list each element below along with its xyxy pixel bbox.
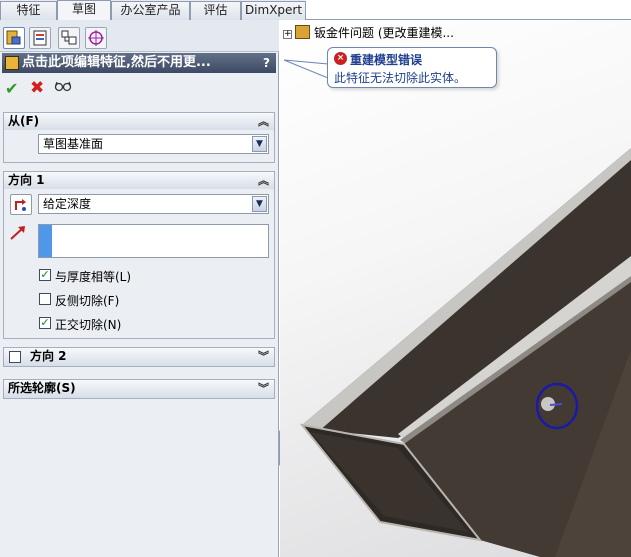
property-icon (33, 30, 47, 46)
rebuild-error-tooltip: × 重建模型错误 此特征无法切除此实体。 (327, 47, 497, 88)
reverse-direction-button[interactable] (10, 194, 32, 215)
depth-arrow-icon (9, 225, 27, 244)
feature-manager-tab[interactable] (3, 27, 25, 49)
expand-chevron-icon[interactable]: ︾ (258, 380, 269, 397)
tab-features[interactable]: 特征 (0, 1, 57, 20)
sheet-metal-icon (295, 25, 310, 39)
configuration-icon (61, 30, 77, 45)
normal-cut-label: 正交切除(N) (55, 318, 122, 332)
graphics-viewport[interactable]: + 钣金件问题 (更改重建模... × 重建模型错误 此特征无法切除此实体。 (280, 20, 631, 557)
tooltip-title: 重建模型错误 (350, 53, 423, 67)
pm-title: 点击此项编辑特征,然后不用更... (22, 55, 211, 70)
from-group-title: 从(F) (8, 114, 40, 128)
direction1-group-header[interactable]: 方向 1 ︽ (3, 171, 275, 189)
from-group-header[interactable]: 从(F) ︽ (3, 112, 275, 130)
expand-chevron-icon[interactable]: ︾ (258, 348, 269, 365)
tab-office-products[interactable]: 办公室产品 (111, 1, 190, 20)
collapse-chevron-icon[interactable]: ︽ (258, 113, 269, 130)
error-icon: × (334, 52, 347, 65)
command-manager-tabs: 特征 草图 办公室产品 评估 DimXpert (0, 0, 631, 21)
equal-thickness-checkbox[interactable]: ✓ (39, 269, 51, 281)
tab-strip-filler (306, 0, 631, 20)
from-group-body: 草图基准面 ▼ (3, 130, 275, 163)
equal-thickness-label: 与厚度相等(L) (55, 270, 132, 284)
direction2-title: 方向 2 (30, 349, 67, 363)
direction2-checkbox[interactable] (9, 351, 21, 363)
direction1-title: 方向 1 (8, 173, 45, 187)
end-condition-value: 给定深度 (43, 197, 92, 211)
flip-side-checkbox[interactable] (39, 293, 51, 305)
action-buttons: ✔ ✖ (0, 76, 279, 100)
sheet-metal-model[interactable] (280, 20, 631, 557)
tree-item-label: 钣金件问题 (更改重建模... (314, 26, 454, 40)
manager-tabs-toolbar (0, 20, 279, 52)
end-condition-select[interactable]: 给定深度 ▼ (38, 194, 269, 214)
feature-tree-item[interactable]: + 钣金件问题 (更改重建模... (283, 24, 454, 41)
help-button[interactable]: ? (263, 53, 270, 73)
hole-sketch-line (549, 403, 563, 406)
property-manager-panel: 点击此项编辑特征,然后不用更... ? ✔ ✖ 从(F) ︽ 草图基准面 ▼ 方… (0, 20, 279, 557)
feature-tree-icon (6, 30, 21, 45)
ok-check-icon[interactable]: ✔ (5, 79, 18, 98)
tab-evaluate[interactable]: 评估 (190, 1, 241, 20)
cut-feature-icon (5, 56, 19, 70)
reverse-direction-icon (15, 199, 26, 211)
depth-input[interactable] (38, 224, 269, 258)
direction2-group-header[interactable]: 方向 2 ︾ (3, 347, 275, 367)
from-select[interactable]: 草图基准面 ▼ (38, 134, 269, 154)
property-manager-tab[interactable] (29, 27, 51, 49)
tab-dimxpert[interactable]: DimXpert (241, 1, 306, 20)
direction1-group-body: 给定深度 ▼ ✓ 与厚度相等(L) 反侧切除(F) ✓ 正交切除(N) (3, 189, 275, 339)
flip-side-label: 反侧切除(F) (55, 294, 120, 308)
chevron-down-icon[interactable]: ▼ (252, 136, 267, 152)
cancel-x-icon[interactable]: ✖ (30, 78, 44, 98)
contours-group-header[interactable]: 所选轮廓(S) ︾ (3, 379, 275, 399)
crosshair-icon (88, 30, 104, 46)
collapse-chevron-icon[interactable]: ︽ (258, 172, 269, 189)
preview-glasses-icon[interactable] (54, 79, 72, 97)
depth-input-selection-bar (39, 225, 52, 257)
tooltip-body: 此特征无法切除此实体。 (334, 71, 467, 85)
tab-sketch[interactable]: 草图 (57, 0, 111, 21)
dimxpert-manager-tab[interactable] (85, 27, 107, 49)
pm-title-bar[interactable]: 点击此项编辑特征,然后不用更... ? (2, 53, 276, 73)
expand-plus-icon[interactable]: + (283, 30, 292, 39)
chevron-down-icon[interactable]: ▼ (252, 196, 267, 212)
tooltip-pointer (283, 59, 329, 79)
normal-cut-checkbox[interactable]: ✓ (39, 317, 51, 329)
configuration-manager-tab[interactable] (58, 27, 80, 49)
from-select-value: 草图基准面 (43, 137, 104, 151)
contours-title: 所选轮廓(S) (8, 381, 76, 395)
